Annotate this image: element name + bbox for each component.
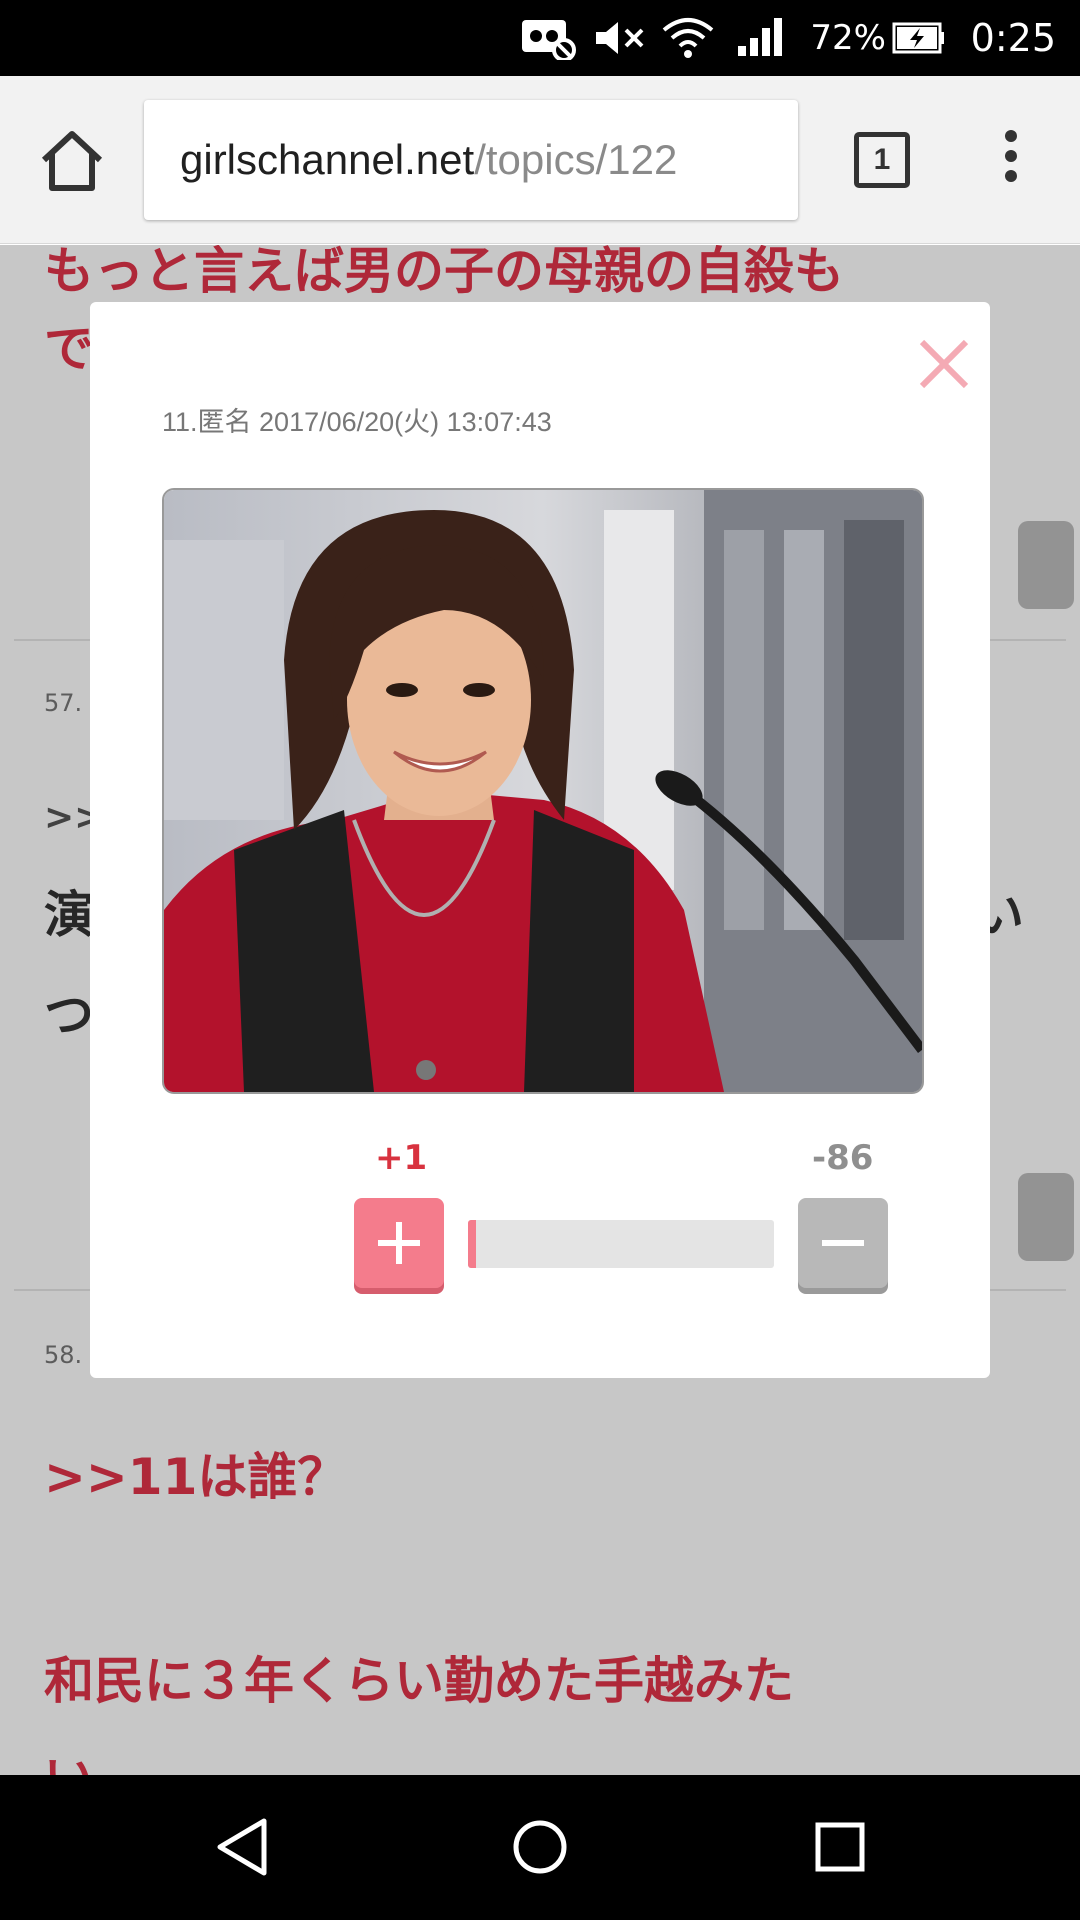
vote-ratio-bar <box>468 1220 774 1268</box>
overflow-menu-icon[interactable] <box>994 130 1028 194</box>
battery-percent: 72% <box>810 18 886 58</box>
vote-ratio-fill <box>468 1220 476 1268</box>
minus-count: -86 <box>812 1138 874 1178</box>
mute-icon <box>592 0 648 76</box>
home-icon[interactable] <box>36 126 108 194</box>
notification-icon <box>520 0 576 76</box>
signal-icon <box>736 0 784 76</box>
comment-meta: 11.匿名 2017/06/20(火) 13:07:43 <box>162 407 552 437</box>
plus-icon <box>378 1222 420 1264</box>
minus-icon <box>822 1240 864 1246</box>
url-domain: girlschannel.net <box>180 136 475 183</box>
url-path: /topics/122 <box>474 136 678 183</box>
home-nav-icon[interactable] <box>504 1811 576 1883</box>
status-bar: 72% 0:25 <box>0 0 1080 76</box>
wifi-icon <box>662 0 714 76</box>
tab-switcher-icon[interactable]: 1 <box>854 132 910 188</box>
recents-icon[interactable] <box>804 1811 876 1883</box>
image-modal: 11.匿名 2017/06/20(火) 13:07:43 +1 -86 <box>90 302 990 1378</box>
plus-button[interactable] <box>354 1198 444 1288</box>
plus-count: +1 <box>375 1138 428 1178</box>
url-bar[interactable]: girlschannel.net/topics/122 <box>144 100 798 220</box>
minus-button[interactable] <box>798 1198 888 1288</box>
battery-icon <box>890 0 946 76</box>
close-icon[interactable] <box>916 336 972 392</box>
comment-photo <box>162 488 924 1094</box>
clock: 0:25 <box>970 16 1056 60</box>
browser-toolbar: girlschannel.net/topics/122 1 <box>0 76 1080 244</box>
navigation-bar <box>0 1775 1080 1920</box>
back-icon[interactable] <box>206 1811 278 1883</box>
